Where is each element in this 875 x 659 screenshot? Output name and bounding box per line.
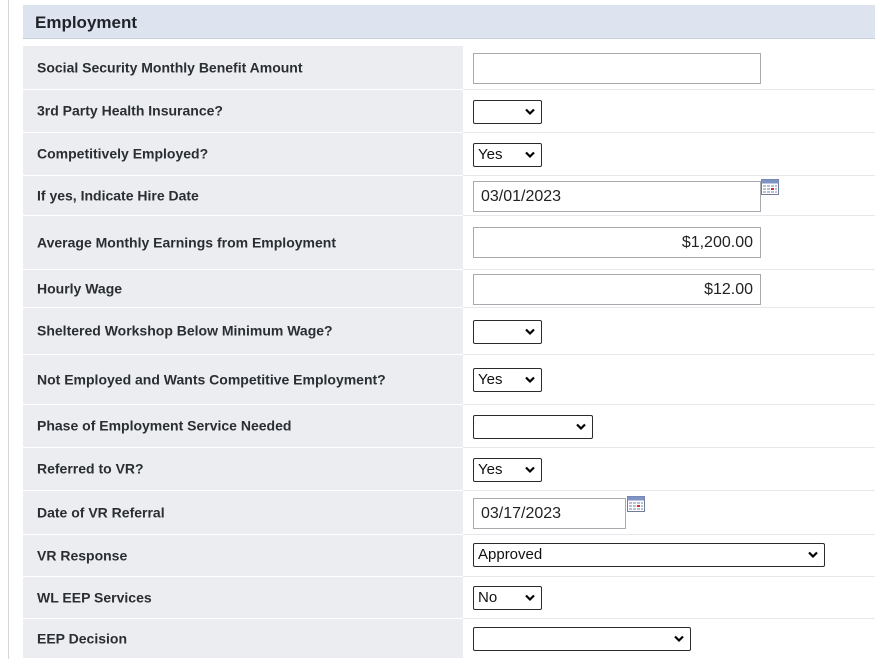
field-value-cell [463,308,875,355]
field-label: EEP Decision [37,630,128,646]
chevron-down-icon [525,151,535,159]
field-label: WL EEP Services [37,589,152,605]
field-value-cell: $12.00 [463,270,875,308]
select-value: Yes [478,461,503,478]
chevron-down-icon [525,108,535,116]
form-row-employment-phase: Phase of Employment Service Needed [23,405,875,448]
form-row-competitively-employed: Competitively Employed? Yes [23,133,875,176]
field-value-cell: Yes [463,448,875,491]
field-label: Date of VR Referral [37,504,165,520]
form-row-health-insurance: 3rd Party Health Insurance? [23,90,875,133]
left-border [8,0,9,659]
field-label: Phase of Employment Service Needed [37,417,292,434]
form-row-hire-date: If yes, Indicate Hire Date 03/01/2023 [23,176,875,216]
calendar-icon[interactable] [627,496,645,512]
calendar-icon[interactable] [761,179,779,195]
competitively-employed-select[interactable]: Yes [473,143,542,167]
chevron-down-icon [525,376,535,384]
field-label: Not Employed and Wants Competitive Emplo… [37,371,386,387]
field-value-cell: $1,200.00 [463,216,875,270]
field-value-cell [463,46,875,90]
chevron-down-icon [808,551,818,559]
field-label-cell: 3rd Party Health Insurance? [23,90,463,133]
vr-referral-date-input[interactable]: 03/17/2023 [473,498,626,529]
field-label: Hourly Wage [37,280,123,296]
field-value-cell [463,90,875,133]
field-label-cell: VR Response [23,535,463,577]
form-row-vr-referral-date: Date of VR Referral 03/17/2023 [23,491,875,535]
field-label: VR Response [37,547,128,563]
form-row-monthly-earnings: Average Monthly Earnings from Employment… [23,216,875,270]
chevron-down-icon [525,328,535,336]
field-label: Sheltered Workshop Below Minimum Wage? [37,322,333,339]
form-row-hourly-wage: Hourly Wage $12.00 [23,270,875,308]
sheltered-workshop-select[interactable] [473,320,542,344]
chevron-down-icon [525,466,535,474]
field-label: Average Monthly Earnings from Employment [37,234,336,250]
field-value-cell [463,619,875,659]
field-label-cell: Average Monthly Earnings from Employment [23,216,463,270]
form-row-ss-benefit: Social Security Monthly Benefit Amount [23,46,875,90]
field-value-cell [463,405,875,448]
form-row-vr-response: VR Response Approved [23,535,875,577]
field-label-cell: Not Employed and Wants Competitive Emplo… [23,355,463,405]
wants-employment-select[interactable]: Yes [473,368,542,392]
wl-eep-services-select[interactable]: No [473,586,542,610]
field-value-cell: 03/01/2023 [463,176,875,216]
field-label: Competitively Employed? [37,145,209,162]
form-row-referred-vr: Referred to VR? Yes [23,448,875,491]
form-row-wants-employment: Not Employed and Wants Competitive Emplo… [23,355,875,405]
ss-benefit-input[interactable] [473,53,761,84]
select-value: No [478,589,498,606]
field-value-cell: Approved [463,535,875,577]
monthly-earnings-input[interactable]: $1,200.00 [473,227,761,258]
field-label-cell: Social Security Monthly Benefit Amount [23,46,463,90]
field-value-cell: No [463,577,875,619]
chevron-down-icon [576,423,586,431]
select-value: Yes [478,146,503,163]
field-label-cell: EEP Decision [23,619,463,659]
field-label-cell: Sheltered Workshop Below Minimum Wage? [23,308,463,355]
field-label-cell: Phase of Employment Service Needed [23,405,463,448]
health-insurance-select[interactable] [473,100,542,124]
field-label-cell: WL EEP Services [23,577,463,619]
field-label-cell: Referred to VR? [23,448,463,491]
field-value-cell: Yes [463,355,875,405]
field-label: Referred to VR? [37,460,144,477]
hourly-wage-input[interactable]: $12.00 [473,274,761,305]
vr-response-select[interactable]: Approved [473,543,825,567]
form-row-eep-decision: EEP Decision [23,619,875,659]
field-label: 3rd Party Health Insurance? [37,102,223,119]
field-label: If yes, Indicate Hire Date [37,187,199,203]
field-label-cell: Date of VR Referral [23,491,463,535]
form-row-sheltered-workshop: Sheltered Workshop Below Minimum Wage? [23,308,875,355]
employment-phase-select[interactable] [473,415,593,439]
chevron-down-icon [674,635,684,643]
eep-decision-select[interactable] [473,627,691,651]
referred-vr-select[interactable]: Yes [473,458,542,482]
field-value-cell: 03/17/2023 [463,491,875,535]
section-title: Employment [35,13,138,32]
field-label: Social Security Monthly Benefit Amount [37,59,303,75]
field-label-cell: If yes, Indicate Hire Date [23,176,463,216]
hire-date-input[interactable]: 03/01/2023 [473,181,761,212]
field-label-cell: Competitively Employed? [23,133,463,176]
section-header: Employment [23,5,875,39]
select-value: Yes [478,371,503,388]
field-value-cell: Yes [463,133,875,176]
field-label-cell: Hourly Wage [23,270,463,308]
chevron-down-icon [525,594,535,602]
form-row-wl-eep-services: WL EEP Services No [23,577,875,619]
select-value: Approved [478,546,543,563]
